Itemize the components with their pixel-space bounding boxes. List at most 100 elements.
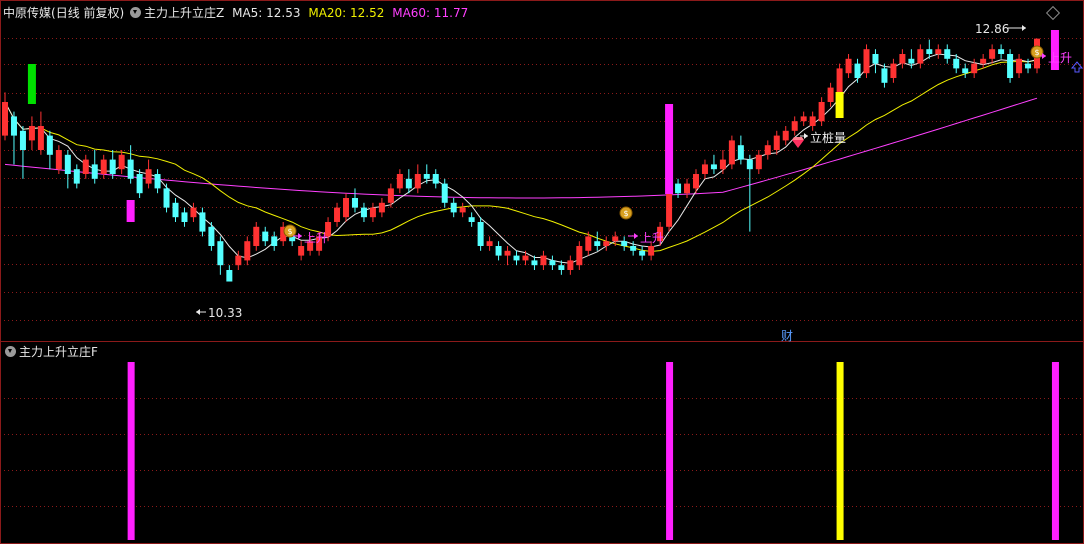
- candle-body: [181, 212, 188, 222]
- candle-body: [827, 87, 834, 102]
- candle-body: [253, 226, 260, 246]
- candle-body: [755, 154, 762, 170]
- signal-bar: [1051, 362, 1059, 540]
- candle-body: [836, 68, 843, 93]
- candle-body: [495, 246, 502, 256]
- candle-body: [199, 212, 206, 232]
- sub-indicator-name[interactable]: 主力上升立庄F: [19, 345, 98, 359]
- candle-body: [91, 164, 98, 179]
- candle-body: [531, 260, 538, 266]
- candle-body: [163, 188, 170, 208]
- low-arrow-head: [196, 309, 200, 315]
- rise-signal-label-1: 上升: [304, 231, 329, 245]
- gem-shape: [792, 140, 804, 148]
- low-price-label: 10.33: [208, 306, 242, 320]
- candle-body: [46, 135, 53, 155]
- circle-dropdown-icon[interactable]: [130, 7, 142, 18]
- rise-arrow-head: [634, 233, 638, 239]
- candle-body: [405, 178, 412, 189]
- ma5-value: MA5: 12.53: [232, 6, 301, 20]
- candle-body: [522, 255, 529, 261]
- candle-body: [334, 207, 341, 222]
- candlesticks[interactable]: [2, 38, 1040, 282]
- candle-body: [567, 260, 574, 270]
- candle-body: [818, 102, 825, 122]
- money-bag-glyph: $: [623, 209, 628, 218]
- gem-icon: [792, 137, 804, 148]
- signal-bars: [127, 362, 1059, 540]
- candle-body: [890, 63, 897, 78]
- finance-marker[interactable]: 财: [781, 327, 793, 344]
- candle-body: [728, 140, 735, 165]
- candle-body: [226, 270, 233, 282]
- ma20-curve: [4, 59, 1038, 253]
- candle-body: [423, 174, 430, 179]
- candle-body: [262, 231, 269, 242]
- candle-body: [692, 174, 699, 189]
- candle-body: [737, 145, 744, 160]
- candle-body: [378, 202, 385, 213]
- high-price-value: 12.86: [975, 22, 1010, 36]
- arrow-up-icon[interactable]: [1071, 61, 1083, 73]
- stake-arrow-head: [804, 133, 808, 139]
- signal-bar: [127, 362, 135, 540]
- highlight-bar: [27, 64, 36, 104]
- candle-body: [145, 169, 152, 184]
- ma20-line: [4, 59, 1038, 253]
- candle-body: [172, 202, 179, 218]
- signal-bar: [836, 362, 844, 540]
- stake-signal-label: 立桩量: [810, 131, 847, 145]
- candle-body: [351, 198, 358, 208]
- candle-body: [360, 207, 367, 218]
- candle-body: [1016, 58, 1023, 74]
- candle-body: [118, 154, 125, 170]
- candle-body: [845, 58, 852, 74]
- candle-body: [343, 198, 350, 218]
- main-panel-header: 中原传媒(日线 前复权) 主力上升立庄Z MA5: 12.53 MA20: 12…: [3, 6, 468, 20]
- candle-body: [28, 126, 35, 141]
- sub-panel-header: 主力上升立庄F: [3, 345, 98, 359]
- candle-body: [926, 49, 933, 54]
- candle-body: [414, 174, 421, 189]
- candle-body: [432, 174, 439, 184]
- rise-arrow-head: [298, 233, 302, 239]
- circle-dropdown-icon[interactable]: [5, 346, 16, 357]
- gem-top: [792, 137, 804, 140]
- rise-signal-label-3: 上升: [1048, 51, 1073, 65]
- candle-body: [37, 126, 44, 150]
- rise-arrow-head: [1042, 53, 1046, 59]
- indicator-name[interactable]: 主力上升立庄Z: [144, 6, 224, 20]
- stock-name: 中原传媒: [3, 6, 52, 20]
- candle-body: [971, 63, 978, 74]
- ma5-line: [4, 53, 1038, 264]
- candle-body: [217, 241, 224, 266]
- candle-body: [190, 207, 197, 218]
- candle-body: [486, 241, 493, 246]
- candle-body: [271, 236, 278, 246]
- candle-body: [630, 246, 637, 251]
- candle-body: [441, 183, 448, 203]
- candle-body: [944, 49, 951, 59]
- candle-body: [513, 255, 520, 261]
- candle-body: [621, 241, 628, 246]
- grid-lines: [0, 0, 1084, 544]
- candle-body: [558, 265, 565, 270]
- candle-body: [585, 236, 592, 251]
- highlight-bar: [665, 104, 674, 194]
- candle-body: [800, 116, 807, 122]
- rise-signal-label-2: 上升: [640, 231, 665, 245]
- candle-body: [109, 159, 116, 174]
- period-label: (日线 前复权): [51, 6, 125, 20]
- candle-body: [549, 260, 556, 266]
- candle-body: [899, 54, 906, 64]
- candle-body: [746, 159, 753, 170]
- candle-body: [863, 49, 870, 74]
- money-bag-glyph: $: [1034, 48, 1039, 57]
- candle-body: [10, 116, 17, 136]
- candle-body: [980, 58, 987, 64]
- candle-body: [2, 102, 8, 136]
- candle-body: [244, 241, 251, 261]
- ma20-value: MA20: 12.52: [308, 6, 385, 20]
- candle-body: [298, 246, 305, 256]
- candle-body: [639, 250, 646, 256]
